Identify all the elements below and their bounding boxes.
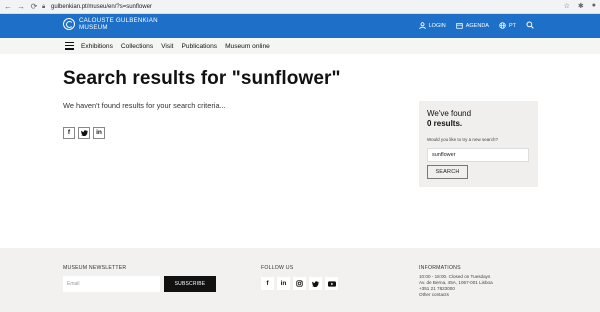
results-count: 0 results. xyxy=(427,119,463,128)
newsletter-heading: MUSEUM NEWSLETTER xyxy=(63,265,127,271)
search-button[interactable]: SEARCH xyxy=(427,165,468,179)
reload-icon[interactable]: ⟳ xyxy=(29,2,39,12)
nav-item-exhibitions[interactable]: Exhibitions xyxy=(81,43,113,50)
forward-arrow-icon[interactable]: → xyxy=(16,2,26,12)
social-links: f in xyxy=(261,277,338,290)
instagram-icon[interactable] xyxy=(293,277,306,290)
login-link[interactable]: LOGIN xyxy=(418,21,446,31)
logo-line1: CALOUSTE GULBENKIAN xyxy=(79,17,158,24)
other-contacts-link[interactable]: Other contacts xyxy=(419,292,493,298)
menu-icon[interactable] xyxy=(65,42,74,50)
browser-toolbar: ← → ⟳ 🔒︎ gulbenkian.pt/museu/en/?s=sunfl… xyxy=(0,0,600,14)
back-arrow-icon[interactable]: ← xyxy=(3,2,13,12)
site-header: CALOUSTE GULBENKIAN MUSEUM LOGIN AGENDA … xyxy=(0,14,600,38)
found-label: We've found xyxy=(427,109,472,118)
calendar-icon xyxy=(456,22,463,31)
search-summary-box: We've found 0 results. Would you like to… xyxy=(419,101,538,187)
language-switch[interactable]: PT xyxy=(499,21,516,31)
page-title: Search results for "sunflower" xyxy=(63,68,341,89)
search-icon[interactable] xyxy=(526,21,534,31)
follow-heading: FOLLOW US xyxy=(261,265,294,271)
facebook-icon[interactable]: f xyxy=(261,277,274,290)
search-input[interactable]: sunflower xyxy=(427,148,529,162)
logo-mark-icon xyxy=(63,18,75,30)
agenda-link[interactable]: AGENDA xyxy=(456,22,489,31)
main-nav: Exhibitions Collections Visit Publicatio… xyxy=(0,38,600,54)
contact-info: 10:00 - 18:00. Closed on Tuesdays Av. de… xyxy=(419,274,493,298)
facebook-icon[interactable]: f xyxy=(63,127,75,139)
no-results-message: We haven't found results for your search… xyxy=(63,101,226,110)
lock-icon: 🔒︎ xyxy=(42,4,46,10)
subscribe-button[interactable]: SUBSCRIBE xyxy=(164,276,216,292)
linkedin-icon[interactable]: in xyxy=(93,127,105,139)
star-icon[interactable]: ☆ xyxy=(564,2,570,10)
youtube-icon[interactable] xyxy=(325,277,338,290)
url-text: gulbenkian.pt/museu/en/?s=sunflower xyxy=(51,4,152,10)
extensions-icon[interactable]: ✱ xyxy=(578,2,584,10)
linkedin-icon[interactable]: in xyxy=(277,277,290,290)
informations-heading: INFORMATIONS xyxy=(419,265,461,271)
email-field[interactable]: Email xyxy=(63,276,160,292)
logo-line2: MUSEUM xyxy=(79,24,108,31)
address-bar[interactable]: 🔒︎ gulbenkian.pt/museu/en/?s=sunflower xyxy=(42,2,542,12)
twitter-icon[interactable] xyxy=(309,277,322,290)
user-icon xyxy=(418,21,426,31)
nav-item-publications[interactable]: Publications xyxy=(182,43,218,50)
profile-icon[interactable]: ● xyxy=(592,2,596,10)
twitter-icon[interactable] xyxy=(78,127,90,139)
globe-icon xyxy=(499,21,506,31)
nav-item-museum-online[interactable]: Museum online xyxy=(225,43,270,50)
share-buttons: f in xyxy=(63,127,105,139)
nav-item-collections[interactable]: Collections xyxy=(121,43,153,50)
nav-item-visit[interactable]: Visit xyxy=(161,43,173,50)
new-search-prompt: Would you like to try a new search? xyxy=(427,137,498,142)
logo[interactable]: CALOUSTE GULBENKIAN MUSEUM xyxy=(63,17,158,31)
